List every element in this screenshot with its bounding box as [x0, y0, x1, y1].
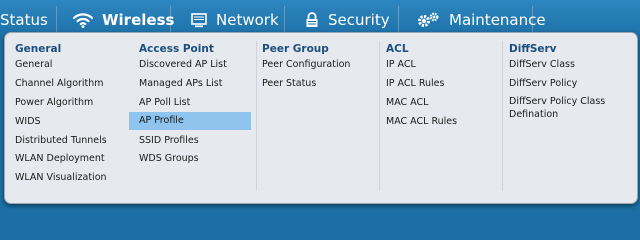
menu-item-discovered-ap-list[interactable]: Discovered AP List	[129, 56, 251, 74]
menu-item-power-algorithm[interactable]: Power Algorithm	[5, 94, 127, 112]
nav-network-label: Network	[216, 11, 279, 29]
lock-icon	[305, 12, 319, 28]
nav-divider	[532, 6, 533, 34]
menu-item-mac-acl-rules[interactable]: MAC ACL Rules	[376, 113, 498, 131]
menu-item-wds-groups[interactable]: WDS Groups	[129, 150, 251, 168]
menu-item-wlan-visualization[interactable]: WLAN Visualization	[5, 169, 127, 187]
nav-divider	[56, 6, 57, 34]
nav-divider	[284, 6, 285, 34]
menu-item-ap-poll-list[interactable]: AP Poll List	[129, 94, 251, 112]
menu-item-general[interactable]: General	[5, 56, 127, 74]
column-header-general: General	[15, 43, 62, 55]
menu-item-mac-acl[interactable]: MAC ACL	[376, 94, 498, 112]
menu-item-ip-acl-rules[interactable]: IP ACL Rules	[376, 75, 498, 93]
nav-status-label: Status	[0, 11, 48, 29]
wifi-icon	[73, 12, 93, 28]
nav-divider	[398, 6, 399, 34]
menu-item-peer-configuration[interactable]: Peer Configuration	[252, 56, 374, 74]
menu-item-channel-algorithm[interactable]: Channel Algorithm	[5, 75, 127, 93]
menu-item-ssid-profiles[interactable]: SSID Profiles	[129, 132, 251, 150]
menu-item-wlan-deployment[interactable]: WLAN Deployment	[5, 150, 127, 168]
column-header-acl: ACL	[386, 43, 409, 55]
menu-item-diffserv-policy[interactable]: DiffServ Policy	[499, 75, 627, 93]
menu-item-ap-profile[interactable]: AP Profile	[129, 112, 251, 130]
menu-item-peer-status[interactable]: Peer Status	[252, 75, 374, 93]
column-header-diffserv: DiffServ	[509, 43, 557, 55]
nav-divider	[170, 6, 171, 34]
menu-item-diffserv-policy-class-defination[interactable]: DiffServ Policy Class Defination	[499, 94, 627, 123]
wireless-dropdown-menu: General General Channel Algorithm Power …	[4, 32, 638, 204]
column-header-peer-group: Peer Group	[262, 43, 329, 55]
menu-item-distributed-tunnels[interactable]: Distributed Tunnels	[5, 132, 127, 150]
gears-icon	[416, 12, 440, 28]
menu-item-managed-aps-list[interactable]: Managed APs List	[129, 75, 251, 93]
nav-security-label: Security	[328, 11, 390, 29]
menu-item-wids[interactable]: WIDS	[5, 113, 127, 131]
menu-item-ip-acl[interactable]: IP ACL	[376, 56, 498, 74]
menu-item-diffserv-class[interactable]: DiffServ Class	[499, 56, 627, 74]
column-header-access-point: Access Point	[139, 43, 214, 55]
nav-wireless-label: Wireless	[102, 11, 175, 29]
monitor-icon	[191, 12, 207, 28]
